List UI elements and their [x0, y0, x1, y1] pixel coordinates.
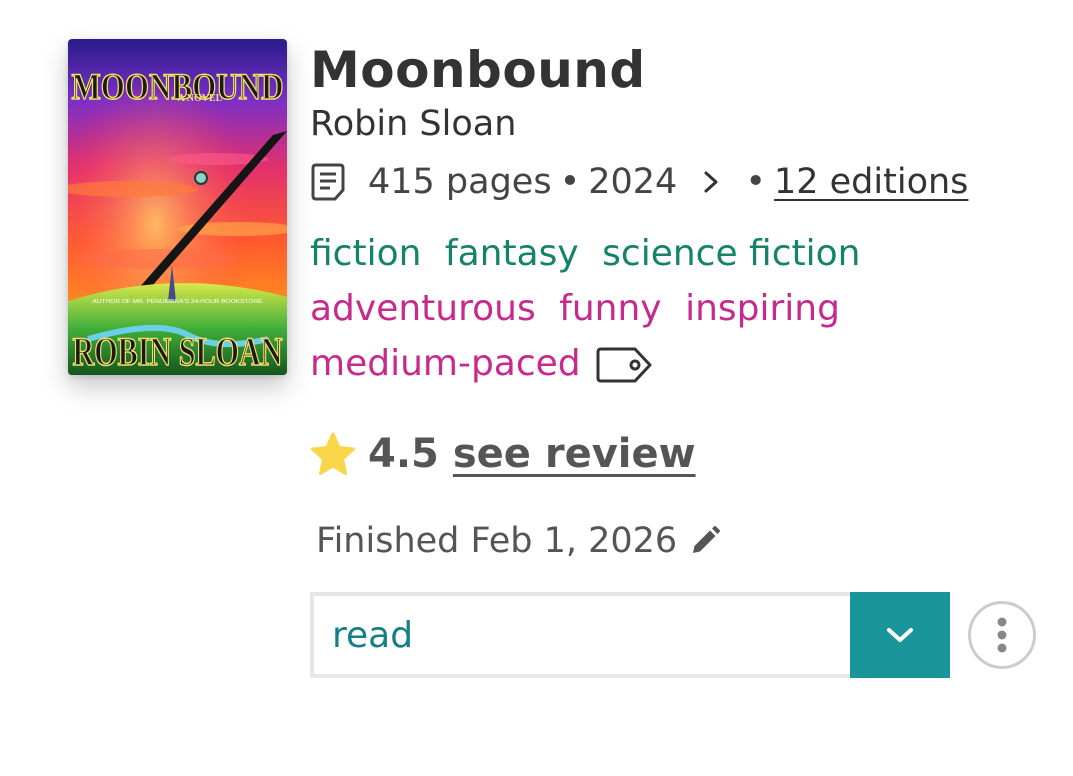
book-meta: 415 pages • 2024 • 12 editions [310, 160, 1050, 204]
cover-tagline-text: AUTHOR OF MR. PENUMBRA'S 24-HOUR BOOKSTO… [93, 299, 264, 305]
more-options-button[interactable] [968, 601, 1036, 669]
mood-tag[interactable]: inspiring [685, 288, 840, 329]
mood-tag[interactable]: adventurous [310, 288, 536, 329]
see-review-link[interactable]: see review [453, 431, 696, 477]
tag-list: fiction fantasy science fiction adventur… [310, 226, 1050, 391]
genre-tags: fiction fantasy science fiction [310, 226, 1050, 281]
genre-tag[interactable]: science fiction [602, 233, 860, 274]
pace-tags: medium-paced [310, 336, 1050, 391]
reading-status-row: read [310, 592, 1036, 678]
mood-tag[interactable]: funny [559, 288, 661, 329]
separator-dot: • [559, 162, 581, 202]
status-dropdown-toggle[interactable] [850, 592, 950, 678]
finished-date: Finished Feb 1, 2026 [316, 521, 1050, 561]
tag-icon[interactable] [595, 347, 653, 383]
rating-row: 4.5 see review [310, 431, 1050, 477]
publication-year: 2024 [588, 162, 678, 202]
book-cover[interactable]: MOONBOUND A NOVEL AUTHOR OF MR. PENUMBRA… [68, 39, 287, 375]
page-count: 415 pages [368, 162, 552, 202]
reading-status-value: read [332, 614, 414, 656]
editions-link[interactable]: 12 editions [774, 160, 968, 204]
book-info: Moonbound Robin Sloan 415 pages • 2024 •… [310, 40, 1050, 561]
chevron-right-icon[interactable] [701, 170, 721, 194]
book-author[interactable]: Robin Sloan [310, 102, 1050, 146]
pencil-icon[interactable] [689, 525, 721, 557]
book-cover-art: MOONBOUND A NOVEL AUTHOR OF MR. PENUMBRA… [68, 39, 287, 375]
cover-author-text: ROBIN SLOAN [73, 329, 283, 374]
cover-subtitle-text: A NOVEL [178, 93, 223, 104]
separator-dot: • [745, 162, 766, 202]
finished-date-label: Finished Feb 1, 2026 [316, 521, 678, 561]
book-pages-icon [311, 163, 345, 201]
pace-tag[interactable]: medium-paced [310, 343, 581, 384]
reading-status-select[interactable]: read [310, 592, 950, 678]
star-icon [311, 432, 355, 475]
genre-tag[interactable]: fiction [310, 233, 421, 274]
more-vertical-icon [997, 617, 1007, 653]
book-title[interactable]: Moonbound [310, 40, 1050, 100]
genre-tag[interactable]: fantasy [445, 233, 579, 274]
mood-tags: adventurous funny inspiring [310, 281, 1050, 336]
rating-value: 4.5 [368, 431, 439, 477]
chevron-down-icon [887, 628, 913, 642]
